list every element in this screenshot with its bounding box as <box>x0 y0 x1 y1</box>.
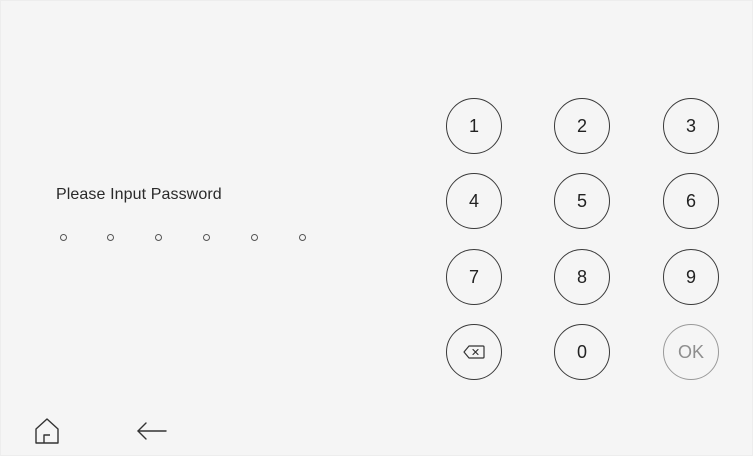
password-dot-6 <box>299 234 306 241</box>
password-prompt: Please Input Password <box>56 186 222 203</box>
password-dots <box>60 234 320 244</box>
password-dot-5 <box>251 234 258 241</box>
password-dot-1 <box>60 234 67 241</box>
password-screen: Please Input Password 1 2 3 4 5 6 7 8 9 … <box>0 0 753 456</box>
home-button[interactable] <box>33 417 61 445</box>
password-dot-4 <box>203 234 210 241</box>
key-2[interactable]: 2 <box>554 98 610 154</box>
password-dot-2 <box>107 234 114 241</box>
password-dot-3 <box>155 234 162 241</box>
back-arrow-icon <box>137 422 167 440</box>
backspace-button[interactable] <box>446 324 502 380</box>
ok-button[interactable]: OK <box>663 324 719 380</box>
key-3[interactable]: 3 <box>663 98 719 154</box>
key-4[interactable]: 4 <box>446 173 502 229</box>
key-6[interactable]: 6 <box>663 173 719 229</box>
backspace-icon <box>463 345 485 359</box>
key-8[interactable]: 8 <box>554 249 610 305</box>
key-0[interactable]: 0 <box>554 324 610 380</box>
key-9[interactable]: 9 <box>663 249 719 305</box>
key-5[interactable]: 5 <box>554 173 610 229</box>
key-1[interactable]: 1 <box>446 98 502 154</box>
key-7[interactable]: 7 <box>446 249 502 305</box>
home-icon <box>35 418 59 444</box>
back-button[interactable] <box>136 417 168 445</box>
